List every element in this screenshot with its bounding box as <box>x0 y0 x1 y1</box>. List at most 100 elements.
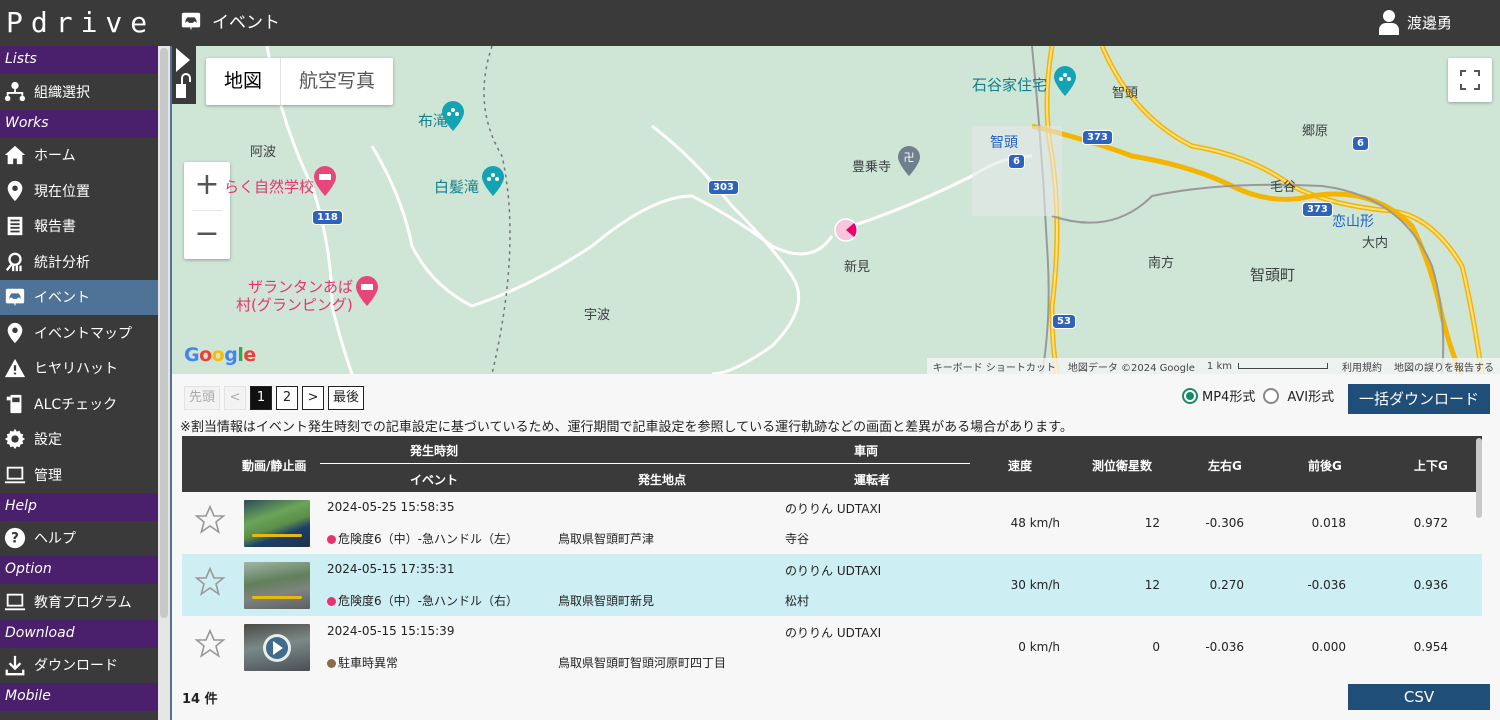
favorite-star-icon[interactable] <box>194 504 226 536</box>
help-icon: ? <box>4 528 26 549</box>
laptop-icon <box>4 466 26 483</box>
satellites-value: 0 <box>1152 640 1160 654</box>
event-location: 鳥取県智頭町芦津 <box>558 532 655 546</box>
map-view[interactable]: 地図 航空写真 + − 阿波 らく自然学校 布滝 白髪滝 ザランタンあば 村(グ… <box>172 46 1500 374</box>
event-marker-icon[interactable] <box>834 218 858 242</box>
header-time: 発生時刻 <box>410 444 459 458</box>
google-logo[interactable]: Google <box>184 344 256 366</box>
table-scroll-thumb[interactable] <box>1476 438 1482 518</box>
avi-label[interactable]: AVI形式 <box>1287 386 1334 405</box>
route-shield: 118 <box>312 210 343 225</box>
gear-icon <box>4 429 26 450</box>
map-scale[interactable]: 1 km <box>1201 361 1238 372</box>
video-thumbnail[interactable] <box>244 562 310 609</box>
section-mobile: Mobile <box>0 683 158 711</box>
map-type-map-button[interactable]: 地図 <box>206 58 282 105</box>
event-time: 2024-05-15 17:35:31 <box>327 562 455 576</box>
table-scrollbar[interactable] <box>1474 436 1484 676</box>
pagination: 先頭 < 1 2 > 最後 <box>184 386 365 410</box>
sidebar-item-org-select[interactable]: 組織選択 <box>0 74 158 110</box>
header-event: イベント <box>410 473 459 487</box>
app-logo[interactable]: Pdrive <box>6 6 155 39</box>
fullscreen-button[interactable] <box>1448 58 1492 102</box>
table-header: 動画/静止画 発生時刻 イベント 発生地点 車両 運転者 速度 測位衛星数 左右… <box>182 436 1482 492</box>
temple-poi-icon[interactable]: 卍 <box>898 146 920 176</box>
sidebar-item-current-location[interactable]: 現在位置 <box>0 173 158 209</box>
user-icon <box>1378 10 1399 35</box>
sidebar-item-statistics[interactable]: 統計分析 <box>0 244 158 280</box>
map-pin-icon <box>7 322 23 343</box>
sidebar-item-near-miss[interactable]: ヒヤリハット <box>0 351 158 387</box>
pager-page-1[interactable]: 1 <box>250 386 273 410</box>
mp4-label[interactable]: MP4形式 <box>1202 386 1255 405</box>
speed-value: 48 km/h <box>1010 516 1060 530</box>
terms-link[interactable]: 利用規約 <box>1336 359 1388 374</box>
lodging-poi-icon[interactable] <box>356 276 378 306</box>
event-severity-dot <box>327 659 336 668</box>
sidebar-item-label: 現在位置 <box>34 183 90 200</box>
user-menu[interactable]: 渡邊勇 <box>1378 9 1452 35</box>
video-thumbnail[interactable] <box>244 624 310 671</box>
pager-page-2[interactable]: 2 <box>276 386 299 410</box>
svg-text:卍: 卍 <box>904 151 915 164</box>
main-content: 地図 航空写真 + − 阿波 らく自然学校 布滝 白髪滝 ザランタンあば 村(グ… <box>170 46 1500 720</box>
pager-first-button[interactable]: 先頭 <box>184 386 221 410</box>
avi-radio[interactable] <box>1263 387 1280 404</box>
car-event-icon <box>5 289 25 307</box>
page-title-text: イベント <box>212 13 280 33</box>
zoom-out-button[interactable]: − <box>184 211 230 259</box>
panel-collapse-tab[interactable] <box>172 46 196 104</box>
sidebar-scrollbar[interactable] <box>158 46 170 720</box>
driver-name: 寺谷 <box>785 532 810 546</box>
sidebar-item-settings[interactable]: 設定 <box>0 422 158 458</box>
table-row[interactable]: 2024-05-15 17:35:31 危険度6（中）-急ハンドル（右） 鳥取県智頭… <box>182 554 1482 616</box>
map-label: 智頭町 <box>1250 266 1296 284</box>
waterfall-poi-icon[interactable] <box>482 166 504 196</box>
report-error-link[interactable]: 地図の誤りを報告する <box>1388 359 1500 374</box>
map-label: 南方 <box>1148 256 1175 271</box>
laptop-icon <box>4 593 26 610</box>
longitudinal-g-value: 0.000 <box>1311 640 1346 654</box>
speed-value: 30 km/h <box>1010 578 1060 592</box>
mp4-radio[interactable] <box>1182 387 1198 404</box>
bulk-download-button[interactable]: 一括ダウンロード <box>1348 384 1490 414</box>
favorite-star-icon[interactable] <box>194 566 226 598</box>
pager-prev-button[interactable]: < <box>224 386 247 410</box>
sidebar-scroll-thumb[interactable] <box>160 48 168 618</box>
sidebar-item-label: ホーム <box>34 148 76 165</box>
fullscreen-icon <box>1460 70 1480 90</box>
sidebar-item-help[interactable]: ? ヘルプ <box>0 521 158 557</box>
table-row[interactable]: 2024-05-25 15:58:35 危険度6（中）-急ハンドル（左） 鳥取県智頭… <box>182 492 1482 554</box>
sidebar-item-home[interactable]: ホーム <box>0 138 158 174</box>
waterfall-poi-icon[interactable] <box>442 101 464 131</box>
csv-button[interactable]: CSV <box>1348 684 1490 710</box>
map-label: 豊乗寺 <box>852 160 892 175</box>
landmark-poi-icon[interactable] <box>1054 66 1076 96</box>
map-scale-bar <box>1238 363 1328 369</box>
sidebar-item-alc-check[interactable]: ALCチェック <box>0 386 158 422</box>
table-row[interactable]: 2024-05-15 15:15:39 駐車時異常 鳥取県智頭町智頭河原町四丁目 のり… <box>182 616 1482 678</box>
map-type-satellite-button[interactable]: 航空写真 <box>281 58 393 105</box>
sidebar-item-download[interactable]: ダウンロード <box>0 648 158 684</box>
video-thumbnail[interactable] <box>244 500 310 547</box>
map-type-control: 地図 航空写真 <box>206 58 394 105</box>
vehicle-name: のりりん UDTAXI <box>785 626 882 640</box>
vertical-g-value: 0.954 <box>1413 640 1448 654</box>
map-label: 宇波 <box>584 308 611 323</box>
lodging-poi-icon[interactable] <box>314 166 336 196</box>
header-divider <box>320 463 970 464</box>
sidebar-item-event[interactable]: イベント <box>0 279 158 315</box>
sidebar-item-education[interactable]: 教育プログラム <box>0 584 158 620</box>
sidebar-item-event-map[interactable]: イベントマップ <box>0 315 158 351</box>
pager-last-button[interactable]: 最後 <box>328 386 365 410</box>
pager-next-button[interactable]: > <box>302 386 325 410</box>
sidebar-item-admin[interactable]: 管理 <box>0 457 158 493</box>
top-bar: Pdrive イベント 渡邊勇 <box>0 0 1500 46</box>
sidebar-item-report[interactable]: 報告書 <box>0 209 158 245</box>
play-icon[interactable] <box>244 624 310 671</box>
sidebar-item-label: ヘルプ <box>34 531 76 548</box>
favorite-star-icon[interactable] <box>194 628 226 660</box>
keyboard-shortcuts-link[interactable]: キーボード ショートカット <box>927 359 1062 374</box>
lateral-g-value: -0.036 <box>1205 640 1244 654</box>
longitudinal-g-value: 0.018 <box>1311 516 1346 530</box>
